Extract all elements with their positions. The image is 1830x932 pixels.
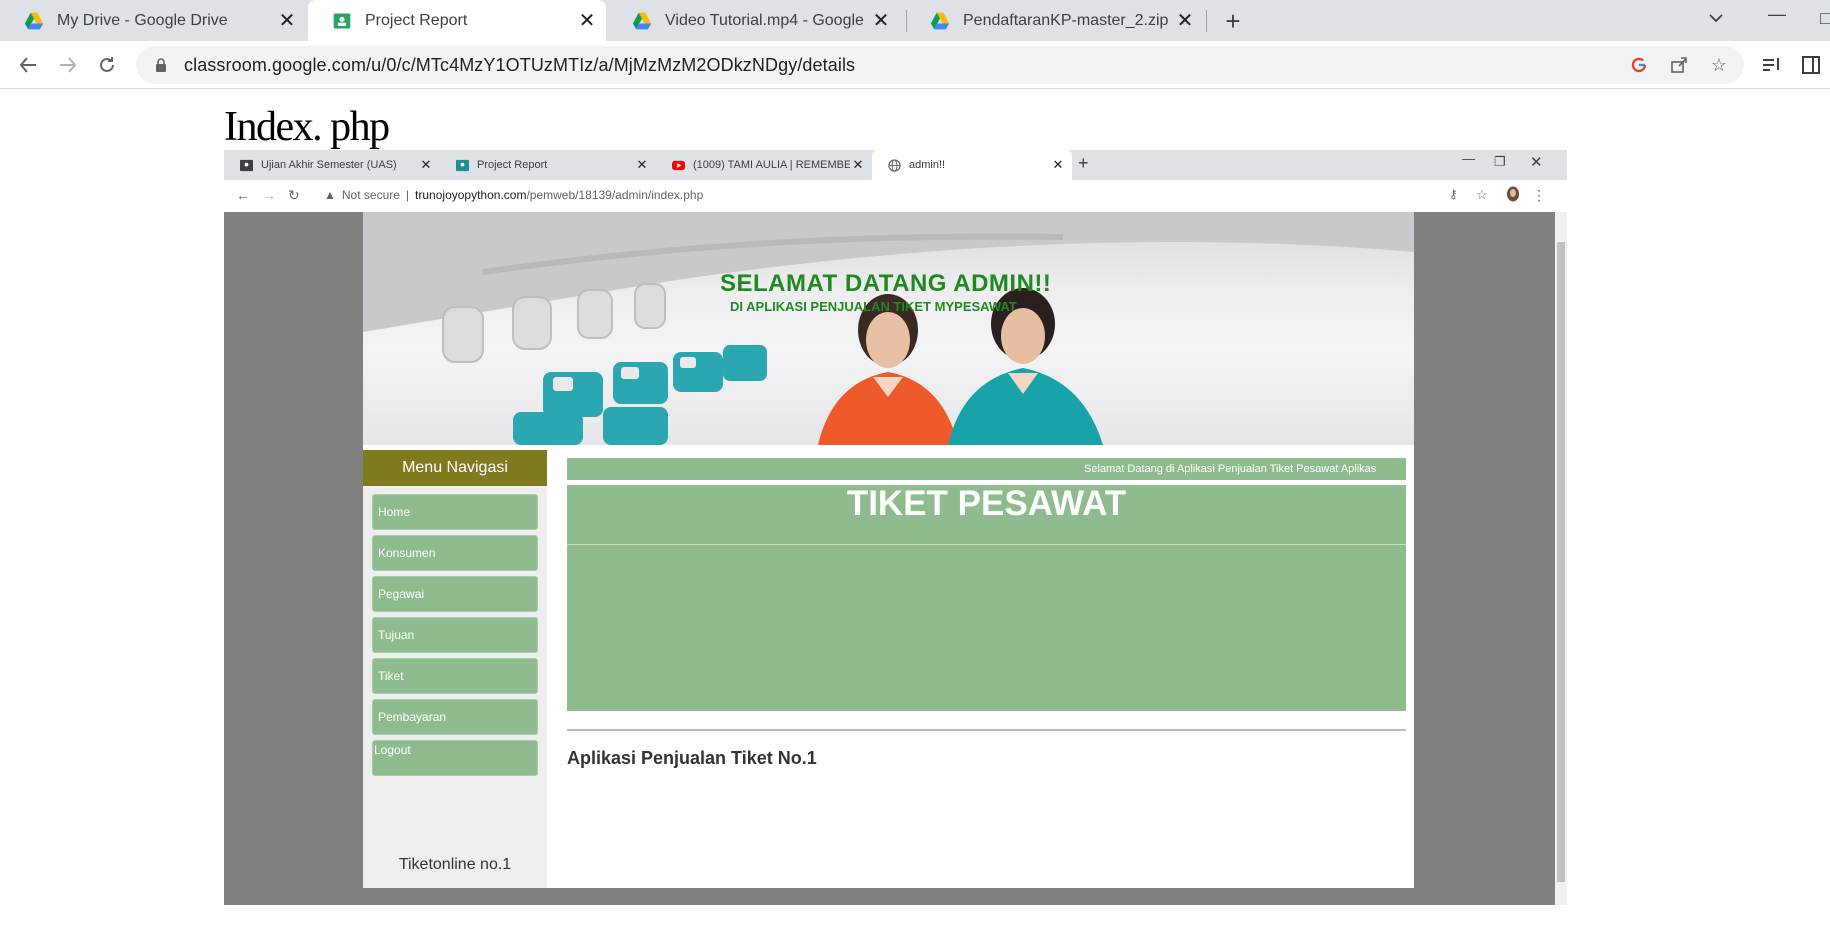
menu-item-pembayaran[interactable]: Pembayaran xyxy=(372,699,538,735)
tab-project-report[interactable]: Project Report ✕ xyxy=(308,0,606,41)
google-drive-icon xyxy=(632,12,652,29)
cabin-crew-image xyxy=(363,212,1414,445)
screenshot-menu-icon: ⋮ xyxy=(1532,187,1546,203)
admin-website: SELAMAT DATANG ADMIN!! DI APLIKASI PENJU… xyxy=(363,212,1414,888)
tab-title: Project Report xyxy=(365,11,468,29)
screenshot-back-icon: ← xyxy=(236,187,250,203)
screenshot-restore-icon: ❐ xyxy=(1494,154,1506,169)
hero-subtitle: DI APLIKASI PENJUALAN TIKET MYPESAWAT xyxy=(730,299,1017,314)
screenshot-url-path: /pemweb/18139/admin/index.php xyxy=(526,188,704,202)
security-label: Not secure xyxy=(341,188,400,202)
new-tab-icon[interactable]: + xyxy=(1219,6,1247,36)
google-drive-icon xyxy=(930,12,950,29)
hero-title: SELAMAT DATANG ADMIN!! xyxy=(720,270,1052,297)
menu-item-tiket[interactable]: Tiket xyxy=(372,658,538,694)
browser-tab-bar: My Drive - Google Drive ✕ Project Report… xyxy=(0,0,1830,41)
screenshot-forward-icon: → xyxy=(262,187,276,203)
sidebar-footer: Tiketonline no.1 xyxy=(398,856,512,873)
menu-item-konsumen[interactable]: Konsumen xyxy=(372,535,538,571)
share-icon[interactable] xyxy=(1668,54,1690,76)
page-right-edge xyxy=(1817,89,1830,932)
welcome-marquee: Selamat Datang di Aplikasi Penjualan Tik… xyxy=(567,458,1406,480)
youtube-icon xyxy=(672,160,685,170)
screenshot-tab-bar: Ujian Akhir Semester (UAS) ✕ Project Rep… xyxy=(224,150,1567,180)
key-icon: ⚷ xyxy=(1449,187,1458,201)
tab-close-icon[interactable]: ✕ xyxy=(1172,8,1198,34)
hero-banner: SELAMAT DATANG ADMIN!! DI APLIKASI PENJU… xyxy=(363,212,1414,445)
screenshot-close-icon: ✕ xyxy=(1530,154,1543,171)
screenshot-tab-close-icon: ✕ xyxy=(420,157,432,172)
reload-icon[interactable] xyxy=(91,49,123,81)
tab-close-icon[interactable]: ✕ xyxy=(868,8,894,34)
url-text[interactable]: classroom.google.com/u/0/c/MTc4MzY1OTUzM… xyxy=(184,55,855,76)
back-arrow-icon[interactable] xyxy=(12,49,44,81)
content-divider xyxy=(567,729,1406,731)
tab-title: PendaftaranKP-master_2.zip - Go xyxy=(963,11,1172,29)
footer-text: Aplikasi Penjualan Tiket No.1 xyxy=(567,748,817,768)
navigation-sidebar: Menu Navigasi Home Konsumen Pegawai Tuju… xyxy=(363,450,547,888)
tab-close-icon[interactable]: ✕ xyxy=(274,8,300,34)
page-title: Index. php xyxy=(224,104,390,150)
browser-toolbar: classroom.google.com/u/0/c/MTc4MzY1OTUzM… xyxy=(0,41,1830,89)
reading-list-icon[interactable] xyxy=(1760,54,1782,76)
tab-video-tutorial[interactable]: Video Tutorial.mp4 - Google Driv ✕ xyxy=(608,0,900,41)
tab-my-drive[interactable]: My Drive - Google Drive ✕ xyxy=(0,0,306,41)
forward-arrow-icon[interactable] xyxy=(52,49,84,81)
menu-heading: Menu Navigasi xyxy=(363,450,547,486)
screenshot-tab-close-icon: ✕ xyxy=(1052,157,1064,172)
banner-title: TIKET PESAWAT xyxy=(567,485,1406,545)
minimize-icon[interactable]: — xyxy=(1768,4,1786,25)
screenshot-reload-icon: ↻ xyxy=(288,187,300,203)
url-divider: | xyxy=(405,188,410,202)
screenshot-tab-project-report: Project Report ✕ xyxy=(440,150,656,180)
marquee-text: Selamat Datang di Aplikasi Penjualan Tik… xyxy=(1084,463,1377,475)
globe-icon xyxy=(888,158,901,172)
content-banner: TIKET PESAWAT xyxy=(567,485,1406,711)
menu-item-home[interactable]: Home xyxy=(372,494,538,530)
bookmark-star-icon[interactable]: ☆ xyxy=(1708,54,1730,76)
screenshot-scrollbar xyxy=(1555,212,1567,905)
screenshot-scroll-thumb xyxy=(1557,242,1565,882)
warning-icon: ▲ xyxy=(324,188,336,202)
screenshot-star-icon: ☆ xyxy=(1476,187,1488,202)
screenshot-tab-title: Ujian Akhir Semester (UAS) xyxy=(261,159,397,171)
screenshot-tab-youtube: (1009) TAMI AULIA | REMEMBER ✕ xyxy=(656,150,872,180)
tab-title: My Drive - Google Drive xyxy=(57,11,228,29)
screenshot-tab-close-icon: ✕ xyxy=(636,157,648,172)
screenshot-minimize-icon: — xyxy=(1462,151,1475,166)
tab-search-chevron-icon[interactable] xyxy=(1708,8,1724,29)
tab-separator xyxy=(1206,10,1207,32)
classroom-icon xyxy=(333,13,351,28)
embedded-screenshot: Ujian Akhir Semester (UAS) ✕ Project Rep… xyxy=(224,150,1567,905)
tab-pendaftaran-zip[interactable]: PendaftaranKP-master_2.zip - Go ✕ xyxy=(906,0,1204,41)
screenshot-address-bar: ▲ Not secure | trunojoyopython.com/pemwe… xyxy=(324,188,703,202)
address-bar[interactable]: classroom.google.com/u/0/c/MTc4MzY1OTUzM… xyxy=(136,46,1744,84)
screenshot-new-tab-icon: + xyxy=(1078,153,1089,173)
screenshot-toolbar: ← → ↻ ▲ Not secure | trunojoyopython.com… xyxy=(224,180,1567,212)
menu-item-logout[interactable]: Logout xyxy=(372,740,538,776)
side-panel-icon[interactable] xyxy=(1800,54,1822,76)
tab-close-icon[interactable]: ✕ xyxy=(574,8,600,34)
menu-item-pegawai[interactable]: Pegawai xyxy=(372,576,538,612)
google-lens-icon[interactable] xyxy=(1628,54,1650,76)
screenshot-tab-title: Project Report xyxy=(477,159,548,171)
tab-title: Video Tutorial.mp4 - Google Driv xyxy=(665,11,868,29)
screenshot-tab-title: admin!! xyxy=(909,159,946,171)
avatar xyxy=(1506,186,1520,205)
screenshot-tab-close-icon: ✕ xyxy=(852,157,864,172)
menu-item-tujuan[interactable]: Tujuan xyxy=(372,617,538,653)
screenshot-tab-uas: Ujian Akhir Semester (UAS) ✕ xyxy=(224,150,440,180)
classroom-icon xyxy=(240,159,253,171)
google-drive-icon xyxy=(24,12,44,29)
screenshot-tab-title: (1009) TAMI AULIA | REMEMBER xyxy=(693,159,850,171)
lock-icon[interactable] xyxy=(150,57,172,73)
maximize-icon[interactable]: □ xyxy=(1820,8,1830,29)
screenshot-url-host: trunojoyopython.com xyxy=(415,188,527,202)
classroom-icon xyxy=(456,159,469,171)
screenshot-tab-admin: admin!! ✕ xyxy=(872,150,1072,180)
